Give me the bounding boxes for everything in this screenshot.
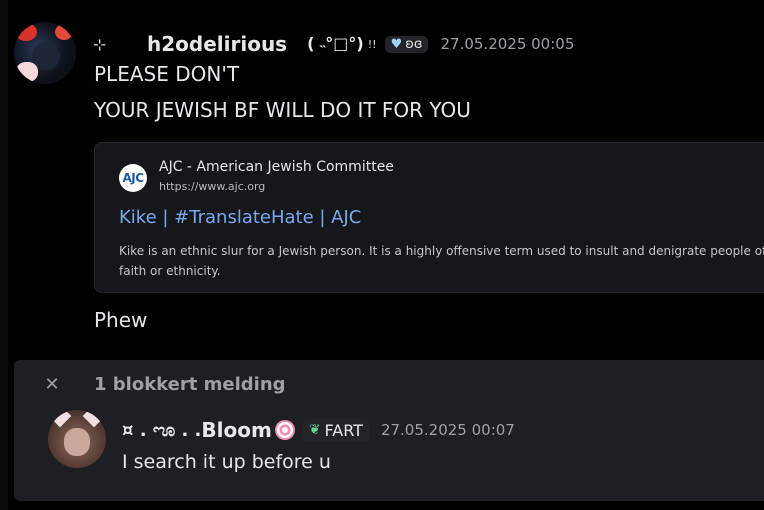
guild-tag-text: FART (324, 420, 363, 440)
embed-title-link[interactable]: Kike | #TranslateHate | AJC (119, 207, 361, 228)
embed-description: Kike is an ethnic slur for a Jewish pers… (119, 244, 764, 278)
link-embed: AJC AJC - American Jewish Committee http… (94, 142, 764, 293)
avatar[interactable] (14, 22, 76, 84)
sparkle-icon: ⊹ (93, 34, 107, 54)
left-gutter (0, 0, 8, 510)
flower-decoration (15, 23, 37, 41)
heart-icon: ♥ (390, 36, 403, 52)
message-header: ¤ . ೡ . . Bloom ❦ FART 27.05.2025 00:07 (122, 417, 515, 443)
site-favicon-icon: AJC (119, 164, 147, 192)
message-text: YOUR JEWISH BF WILL DO IT FOR YOU (94, 98, 471, 122)
message-text: I search it up before u (122, 451, 331, 473)
close-icon[interactable]: ✕ (42, 374, 62, 395)
guild-tag[interactable]: ♥ ʚɞ (384, 35, 429, 53)
cat-ear-decoration (48, 410, 72, 428)
display-name-prefix: ¤ . ೡ . . (122, 419, 202, 441)
message-text: Phew (94, 308, 148, 332)
guild-tag[interactable]: ❦ FART (302, 418, 369, 442)
cat-ear-decoration (82, 410, 106, 428)
bunny-decoration (16, 62, 38, 82)
message-header: ⊹ h2odelirious ( ˵°□°) !! ♥ ʚɞ 27.05.202… (93, 30, 574, 58)
username[interactable]: Bloom (201, 418, 271, 442)
timestamp[interactable]: 27.05.2025 00:07 (381, 421, 515, 439)
lollipop-icon (274, 420, 295, 440)
timestamp[interactable]: 27.05.2025 00:05 (440, 35, 574, 53)
leaf-icon: ❦ (308, 422, 321, 438)
message-text: PLEASE DON'T (94, 62, 240, 86)
display-name-exclaim: !! (367, 37, 377, 51)
guild-tag-text: ʚɞ (405, 36, 423, 52)
username[interactable]: h2odelirious (147, 32, 287, 56)
avatar[interactable] (48, 410, 106, 468)
embed-provider[interactable]: AJC - American Jewish Committee (159, 159, 394, 175)
blocked-messages-toggle[interactable]: 1 blokkert melding (94, 374, 286, 395)
display-name-kaomoji: ( ˵°□°) (307, 34, 364, 53)
flower-decoration (55, 24, 73, 40)
embed-provider-url[interactable]: https://www.ajc.org (159, 180, 265, 193)
avatar-face (64, 428, 90, 456)
